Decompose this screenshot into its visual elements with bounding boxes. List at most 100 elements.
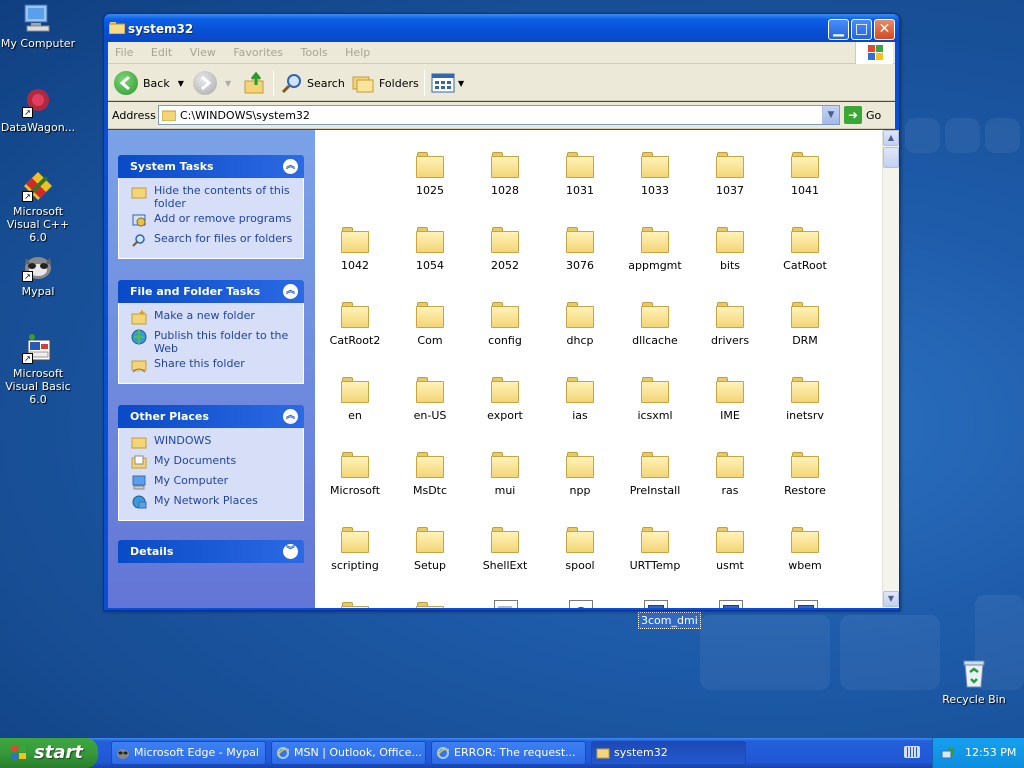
place-my-computer[interactable]: My Computer	[131, 474, 295, 492]
explorer-window[interactable]: system32 ▁ □ ✕ File Edit View Favorites …	[103, 13, 900, 611]
task-search-files[interactable]: Search for files or folders	[131, 232, 295, 250]
folder-item[interactable]: IME	[695, 375, 765, 422]
close-button[interactable]: ✕	[874, 19, 895, 40]
place-my-network-places[interactable]: My Network Places	[131, 494, 295, 512]
menu-help[interactable]: Help	[338, 42, 377, 63]
folder-item[interactable]	[395, 600, 465, 608]
scroll-up-button[interactable]: ▲	[883, 130, 899, 146]
task-make-new-folder[interactable]: Make a new folder	[131, 309, 295, 327]
collapse-icon[interactable]: ︽	[283, 409, 298, 424]
system-tasks-header[interactable]: System Tasks ︽	[118, 155, 304, 178]
folder-item[interactable]: export	[470, 375, 540, 422]
desktop-icon-visual-cpp[interactable]: ↗ Microsoft Visual C++ 6.0	[0, 170, 78, 244]
forward-button[interactable]: ▼	[193, 70, 231, 96]
desktop-icon-recycle-bin[interactable]: Recycle Bin	[934, 658, 1014, 706]
folder-item[interactable]: dhcp	[545, 300, 615, 347]
menu-tools[interactable]: Tools	[294, 42, 335, 63]
task-add-remove-programs[interactable]: Add or remove programs	[131, 212, 295, 230]
go-button[interactable]: ➜ Go	[844, 105, 881, 125]
folder-item[interactable]: 1033	[620, 150, 690, 197]
address-dropdown-button[interactable]: ▼	[822, 106, 839, 124]
folder-item[interactable]: icsxml	[620, 375, 690, 422]
vertical-scrollbar[interactable]: ▲ ▼	[882, 130, 899, 608]
minimize-button[interactable]: ▁	[828, 19, 849, 40]
taskbar-item-error[interactable]: ERROR: The request...	[431, 741, 586, 765]
folder-item[interactable]: usmt	[695, 525, 765, 572]
place-my-documents[interactable]: My Documents	[131, 454, 295, 472]
keyboard-icon[interactable]	[904, 746, 920, 758]
folder-item[interactable]: Restore	[770, 450, 840, 497]
desktop-icon-mypal[interactable]: ↗ Mypal	[0, 250, 78, 298]
folder-item[interactable]: bits	[695, 225, 765, 272]
clock[interactable]: 12:53 PM	[965, 746, 1016, 759]
back-dropdown-icon[interactable]: ▼	[178, 79, 184, 88]
folder-item[interactable]: 1037	[695, 150, 765, 197]
folder-item[interactable]: Setup	[395, 525, 465, 572]
folder-item[interactable]: en	[320, 375, 390, 422]
folder-item[interactable]: ias	[545, 375, 615, 422]
file-item[interactable]	[695, 600, 765, 608]
desktop-icon-my-computer[interactable]: My Computer	[0, 2, 78, 50]
folder-item[interactable]: drivers	[695, 300, 765, 347]
scroll-down-button[interactable]: ▼	[883, 591, 899, 607]
task-hide-contents[interactable]: Hide the contents of this folder	[131, 184, 295, 210]
file-folder-tasks-header[interactable]: File and Folder Tasks ︽	[118, 280, 304, 303]
details-header[interactable]: Details ︾	[118, 540, 304, 563]
folder-item[interactable]: URTTemp	[620, 525, 690, 572]
desktop-icon-datawagon[interactable]: ↗ DataWagon...	[0, 86, 78, 134]
folder-item[interactable]: dllcache	[620, 300, 690, 347]
back-button[interactable]: Back ▼	[114, 70, 184, 96]
title-bar[interactable]: system32 ▁ □ ✕	[104, 14, 899, 42]
folder-item[interactable]: mui	[470, 450, 540, 497]
address-input[interactable]: C:\WINDOWS\system32 ▼	[158, 105, 840, 125]
folder-item[interactable]: appmgmt	[620, 225, 690, 272]
folder-item[interactable]: CatRoot2	[320, 300, 390, 347]
collapse-icon[interactable]: ︽	[283, 159, 298, 174]
folder-item[interactable]: 1025	[395, 150, 465, 197]
folder-item[interactable]: 1054	[395, 225, 465, 272]
folder-item[interactable]: 1028	[470, 150, 540, 197]
file-list-view[interactable]: 1025 1028 1031 1033 1037 1041 1042 1054 2052 3076…	[315, 130, 882, 608]
folder-item[interactable]: Microsoft	[320, 450, 390, 497]
folder-item[interactable]: inetsrv	[770, 375, 840, 422]
folder-item[interactable]: npp	[545, 450, 615, 497]
folder-item[interactable]: wbem	[770, 525, 840, 572]
folder-item[interactable]: MsDtc	[395, 450, 465, 497]
task-share-folder[interactable]: Share this folder	[131, 357, 295, 375]
folder-item[interactable]: spool	[545, 525, 615, 572]
maximize-button[interactable]: □	[851, 19, 872, 40]
folder-item[interactable]: 2052	[470, 225, 540, 272]
network-tray-icon[interactable]	[941, 746, 957, 760]
folder-item[interactable]: scripting	[320, 525, 390, 572]
collapse-icon[interactable]: ︽	[283, 284, 298, 299]
folders-button[interactable]: Folders	[351, 70, 419, 96]
start-button[interactable]: start	[0, 738, 98, 768]
file-item[interactable]	[770, 600, 840, 608]
folder-item[interactable]: 1031	[545, 150, 615, 197]
folder-item[interactable]	[320, 600, 390, 608]
file-item[interactable]	[545, 600, 615, 608]
place-windows[interactable]: WINDOWS	[131, 434, 295, 452]
folder-item[interactable]: 1041	[770, 150, 840, 197]
up-folder-button[interactable]	[243, 70, 267, 96]
menu-view[interactable]: View	[183, 42, 223, 63]
folder-item[interactable]: CatRoot	[770, 225, 840, 272]
folder-item[interactable]: 1042	[320, 225, 390, 272]
file-item[interactable]	[470, 600, 540, 608]
desktop-icon-visual-basic[interactable]: ↗ Microsoft Visual Basic 6.0	[0, 332, 78, 406]
menu-favorites[interactable]: Favorites	[226, 42, 290, 63]
taskbar-item-mypal[interactable]: Microsoft Edge - Mypal	[111, 741, 266, 765]
menu-file[interactable]: File	[108, 42, 140, 63]
folder-item[interactable]: config	[470, 300, 540, 347]
taskbar-item-msn[interactable]: MSN | Outlook, Office...	[271, 741, 426, 765]
taskbar-item-system32[interactable]: system32	[591, 741, 746, 765]
folder-item[interactable]: PreInstall	[620, 450, 690, 497]
expand-icon[interactable]: ︾	[283, 544, 298, 559]
other-places-header[interactable]: Other Places ︽	[118, 405, 304, 428]
folder-item[interactable]: ras	[695, 450, 765, 497]
search-button[interactable]: Search	[280, 70, 345, 96]
views-button[interactable]: ▼	[431, 70, 464, 96]
folder-item[interactable]: ShellExt	[470, 525, 540, 572]
folder-item[interactable]: DRM	[770, 300, 840, 347]
folder-item[interactable]: Com	[395, 300, 465, 347]
